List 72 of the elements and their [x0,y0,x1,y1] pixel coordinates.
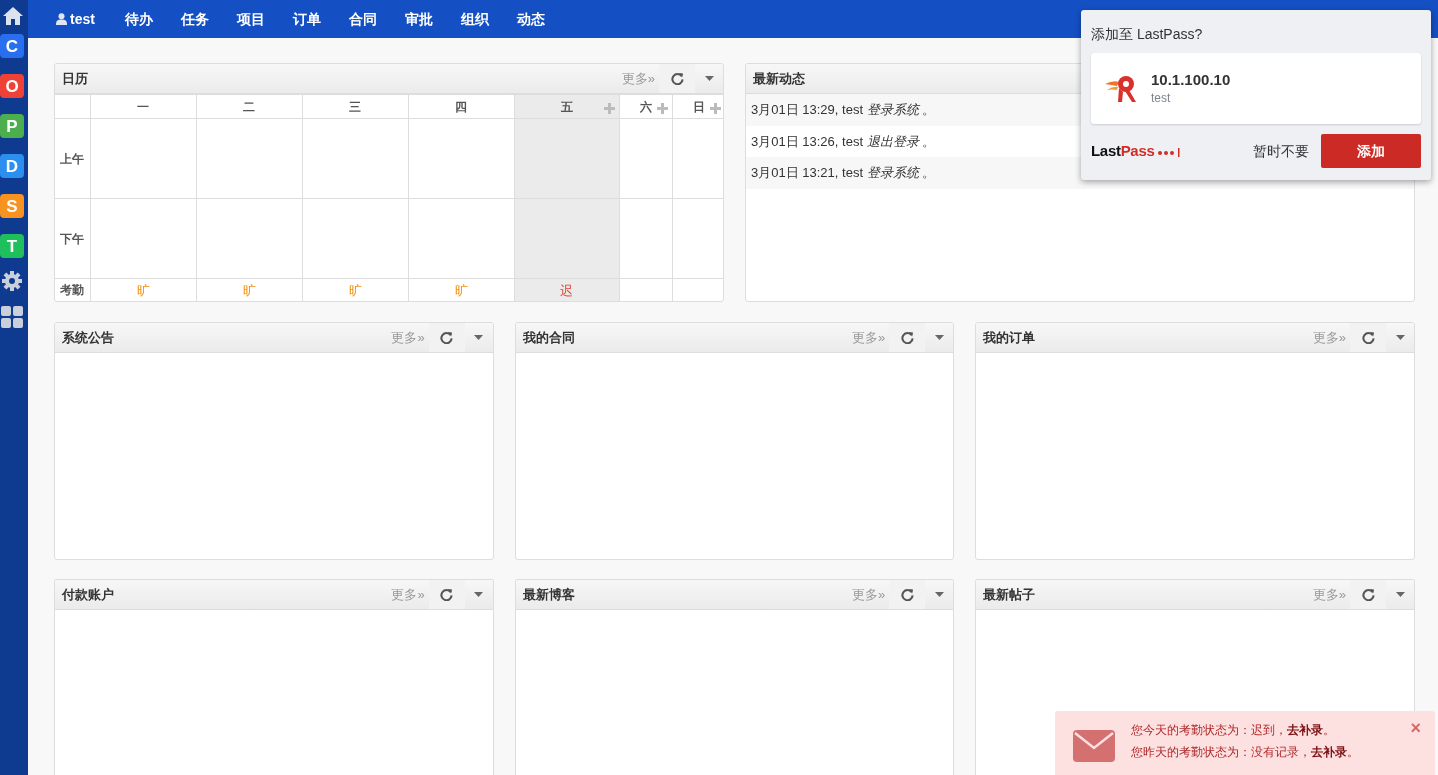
card-title: 付款账户 [62,585,114,604]
nav-link[interactable]: 待办 [110,8,167,30]
weekday-label: 二 [243,99,255,114]
close-button[interactable]: × [1410,719,1421,737]
envelope-icon [1073,730,1115,762]
card-title: 最新博客 [522,585,575,604]
attendance-status: 旷 [454,282,468,298]
site-card[interactable]: 10.1.100.10 test [1091,53,1421,124]
weekday-label: 三 [349,99,361,114]
attendance-status: 旷 [242,282,256,298]
app-icon[interactable]: P [0,114,24,138]
activity-entry: 3月01日 13:29, test 登录系统 。 [751,102,936,117]
card-title: 日历 [62,69,88,88]
add-icon[interactable] [656,103,668,115]
nav-link[interactable]: 合同 [334,8,391,30]
caret-icon [934,592,944,597]
alert-message: 您今天的考勤状态为：迟到，去补录。 [1131,722,1336,739]
caret-icon [934,335,944,340]
app-icon[interactable]: O [0,74,24,98]
weekday-label: 五 [560,99,573,114]
caret-icon [474,592,484,597]
row-label: 上午 [60,151,85,166]
home-icon[interactable] [1,6,24,26]
app-icon[interactable]: C [0,34,24,58]
weekday-label: 日 [692,99,705,114]
add-button[interactable]: 添加 [1321,134,1421,168]
app-icon[interactable]: D [0,154,24,178]
card-title: 我的合同 [522,328,575,347]
refresh-icon [1361,588,1375,601]
activity-entry: 3月01日 13:26, test 退出登录 。 [751,133,936,149]
nav-link[interactable]: 任务 [166,8,223,30]
nav-link[interactable]: 组织 [446,8,503,30]
popup-title: 添加至 LastPass? [1091,25,1204,44]
lastpass-logo: LastPass [1091,139,1241,163]
card-title: 系统公告 [62,328,114,347]
caret-icon [1395,592,1405,597]
weekday-label: 一 [137,99,149,114]
site-name: 10.1.100.10 [1151,70,1231,89]
attendance-status: 旷 [348,282,362,298]
nav-link[interactable]: 项目 [222,8,279,30]
nav-link[interactable]: 订单 [278,8,335,30]
user-icon [56,12,67,25]
caret-icon [704,76,714,81]
caret-icon [1395,335,1405,340]
user-menu[interactable]: test [42,8,111,30]
bird-logo-icon [1105,73,1137,104]
add-icon[interactable] [710,103,721,115]
alert-message: 您昨天的考勤状态为：没有记录，去补录。 [1131,744,1359,761]
record-link[interactable]: 去补录 [1287,723,1323,737]
nav-link[interactable]: 动态 [502,8,559,30]
weekday-label: 六 [639,99,652,114]
nav-link[interactable]: 审批 [390,8,447,30]
refresh-icon [1361,331,1375,344]
refresh-icon [900,588,914,601]
refresh-icon [440,588,454,601]
refresh-icon [900,331,914,344]
refresh-icon [440,331,454,344]
weekday-label: 四 [455,99,467,114]
grid-icon[interactable] [1,306,23,328]
card-title: 我的订单 [983,328,1036,347]
record-link[interactable]: 去补录 [1311,745,1347,759]
attendance-status: 旷 [136,282,150,298]
row-label: 下午 [60,231,85,246]
row-label: 考勤 [60,283,85,298]
caret-icon [474,335,484,340]
dismiss-button[interactable]: 暂时不要 [1241,140,1321,162]
site-username: test [1151,89,1172,107]
refresh-icon [670,72,684,85]
card-title: 最新帖子 [983,585,1036,604]
activity-entry: 3月01日 13:21, test 登录系统 。 [751,165,936,180]
card-title: 最新动态 [753,69,805,88]
attendance-status: 迟 [560,282,573,298]
